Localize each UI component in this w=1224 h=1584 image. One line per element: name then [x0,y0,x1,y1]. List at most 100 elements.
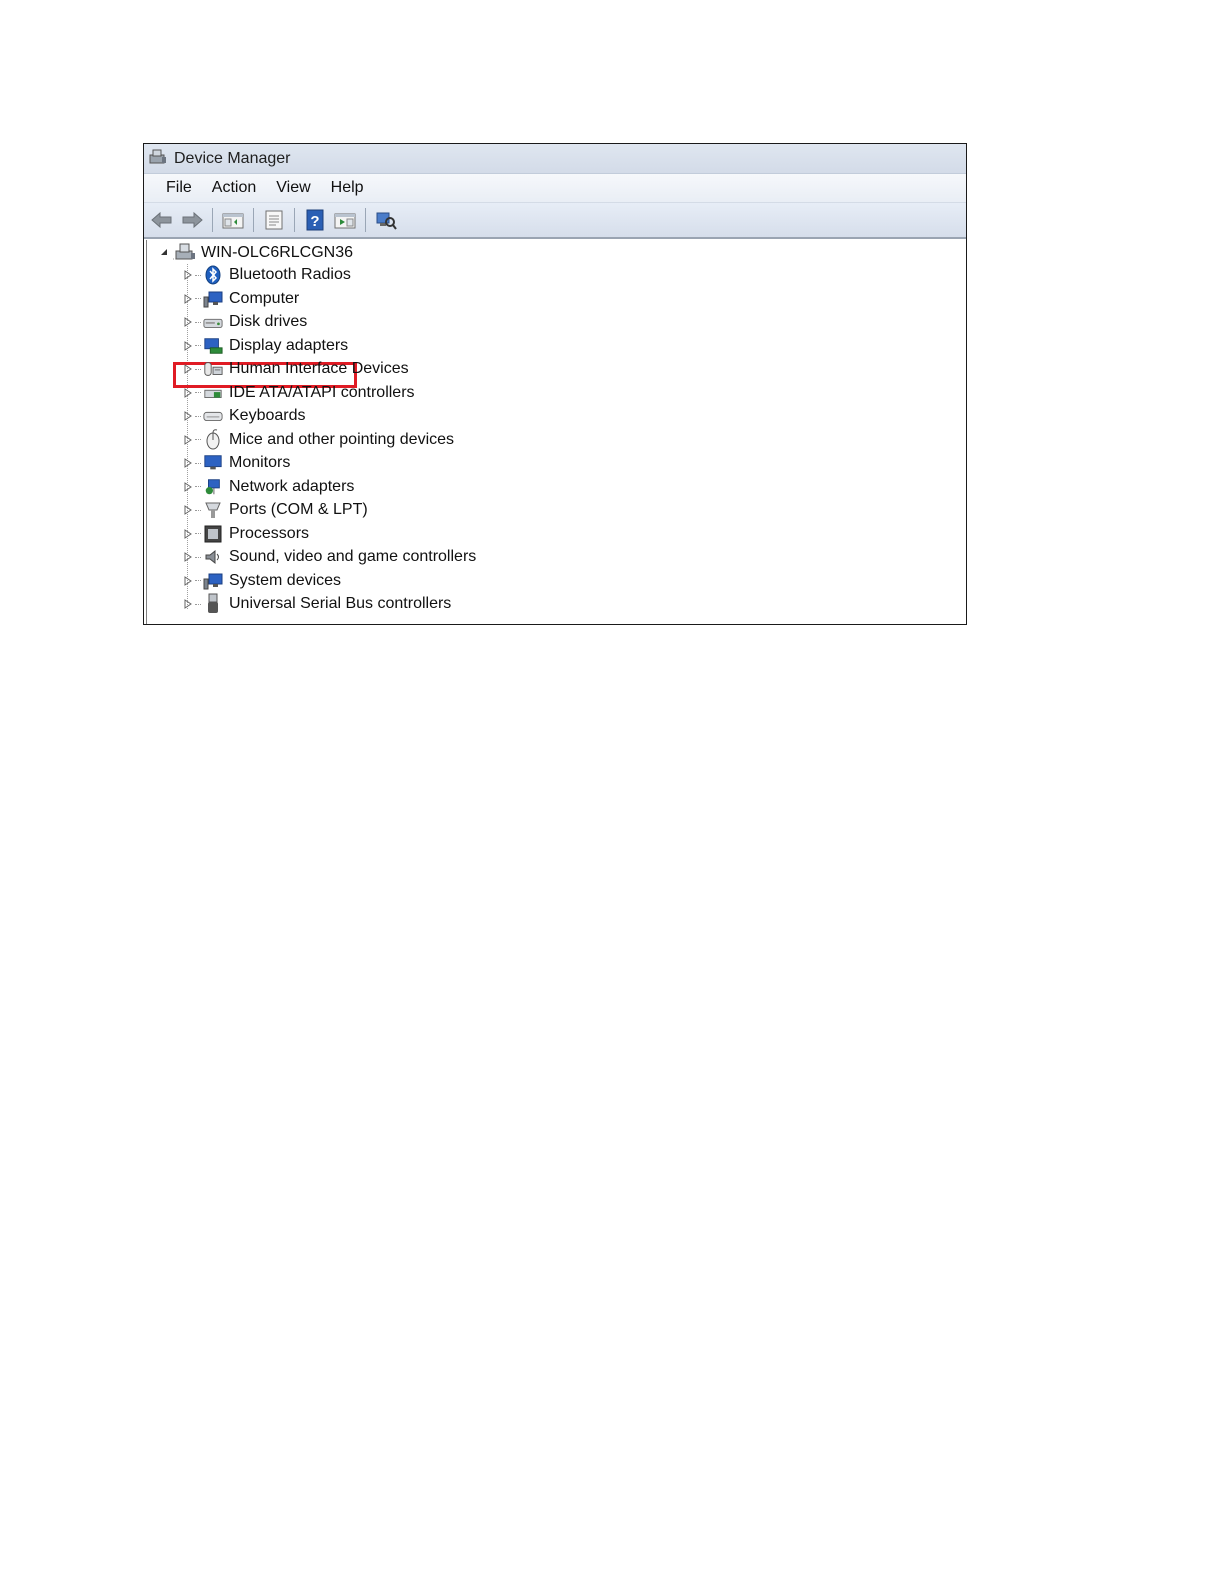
tree-item-label: Bluetooth Radios [229,266,351,283]
tree-item-label: Sound, video and game controllers [229,548,477,565]
tree-connector-dots [195,603,201,605]
menu-view[interactable]: View [266,179,320,197]
expand-arrow-icon[interactable] [181,528,195,539]
expand-arrow-icon[interactable] [181,505,195,515]
toolbar-separator [253,208,254,232]
tree-connector-dots [195,462,201,464]
tree-item[interactable]: Display adapters [181,335,348,357]
tree-item[interactable]: Bluetooth Radios [181,264,351,286]
computer-root-icon [173,241,197,266]
expand-arrow-icon[interactable] [181,340,195,351]
toolbar: ? [144,203,966,239]
tree-item[interactable]: Human Interface Devices [181,358,409,380]
tree-item[interactable]: Computer [181,288,299,310]
collapse-arrow-icon[interactable] [159,244,169,262]
tree-item-label: Monitors [229,454,291,471]
display-adapter-icon [203,336,223,356]
hid-icon [203,359,223,379]
device-tree: WIN-OLC6RLCGN36 Bluetooth Radios Computer… [146,240,966,624]
system-devices-icon [203,571,223,591]
port-icon [203,500,223,520]
tree-connector-dots [195,392,201,393]
menu-help[interactable]: Help [321,179,374,197]
tree-item-label: Computer [229,289,300,307]
tree-item[interactable]: Ports (COM & LPT) [181,499,368,521]
toolbar-separator [365,208,366,232]
tree-connector-dots [195,298,201,299]
menu-file[interactable]: File [156,179,202,197]
expand-arrow-icon[interactable] [181,293,195,304]
tree-item[interactable]: Keyboards [181,405,306,427]
expand-arrow-icon[interactable] [181,481,195,492]
bluetooth-icon [203,265,223,285]
disk-drive-icon [203,312,223,332]
svg-text:?: ? [310,213,319,230]
tree-item[interactable]: Processors [181,523,309,545]
expand-arrow-icon[interactable] [181,411,195,421]
expand-arrow-icon[interactable] [181,434,195,445]
tree-item-label: Processors [229,524,310,542]
tree-item[interactable]: System devices [181,570,341,592]
tree-item-label: Human Interface Devices [229,360,409,377]
expand-arrow-icon[interactable] [181,364,195,374]
usb-icon [203,593,223,614]
tree-item-label: System devices [229,571,342,589]
tree-connector-dots [195,509,201,511]
tree-item-label: Ports (COM & LPT) [229,501,368,518]
monitor-icon [203,453,223,473]
tree-item-label: Network adapters [229,477,355,495]
tree-connector-dots [195,486,201,487]
expand-arrow-icon[interactable] [181,599,195,609]
tree-item-label: Mice and other pointing devices [229,430,455,448]
show-hide-console-tree-icon[interactable] [220,207,246,233]
title-bar: Device Manager [144,144,966,174]
run-action-icon[interactable] [332,207,358,233]
scan-hardware-changes-icon[interactable] [373,207,399,233]
device-manager-app-icon [148,146,168,171]
network-adapter-icon [203,477,223,497]
expand-arrow-icon[interactable] [181,387,195,398]
expand-arrow-icon[interactable] [181,458,195,468]
tree-item-label: Universal Serial Bus controllers [229,595,452,612]
expand-arrow-icon[interactable] [181,317,195,327]
tree-connector-dots [195,439,201,440]
help-icon[interactable]: ? [302,207,328,233]
tree-connector-dots [195,556,201,558]
tree-root[interactable]: WIN-OLC6RLCGN36 [159,242,353,264]
toolbar-separator [212,208,213,232]
tree-item[interactable]: IDE ATA/ATAPI controllers [181,382,415,404]
properties-icon[interactable] [261,207,287,233]
back-arrow-icon[interactable] [149,207,175,233]
device-manager-window: Device Manager File Action View Help ? W… [143,143,967,625]
ide-controller-icon [203,383,223,403]
tree-connector-dots [195,321,201,323]
menu-action[interactable]: Action [202,179,266,197]
sound-icon [203,547,223,567]
tree-connector-dots [195,345,201,346]
tree-connector-dots [195,415,201,417]
tree-item[interactable]: Disk drives [181,311,307,333]
window-title: Device Manager [174,149,291,167]
expand-arrow-icon[interactable] [181,575,195,586]
tree-root-label: WIN-OLC6RLCGN36 [201,244,354,261]
forward-arrow-icon[interactable] [179,207,205,233]
tree-item[interactable]: Sound, video and game controllers [181,546,476,568]
tree-item-label: Disk drives [229,313,308,330]
tree-connector-dots [195,533,201,534]
mouse-icon [203,428,223,450]
tree-item-label: Keyboards [229,407,306,424]
computer-icon [203,289,223,309]
processor-icon [203,524,223,544]
tree-item[interactable]: Universal Serial Bus controllers [181,593,451,615]
tree-item-label: Display adapters [229,336,349,354]
tree-item[interactable]: Monitors [181,452,290,474]
expand-arrow-icon[interactable] [181,552,195,562]
tree-connector-dots [195,274,201,276]
tree-connector-dots [195,580,201,581]
tree-item[interactable]: Network adapters [181,476,354,498]
tree-item-label: IDE ATA/ATAPI controllers [229,383,415,401]
expand-arrow-icon[interactable] [181,270,195,280]
tree-item[interactable]: Mice and other pointing devices [181,428,455,451]
toolbar-separator [294,208,295,232]
tree-connector-dots [195,368,201,370]
